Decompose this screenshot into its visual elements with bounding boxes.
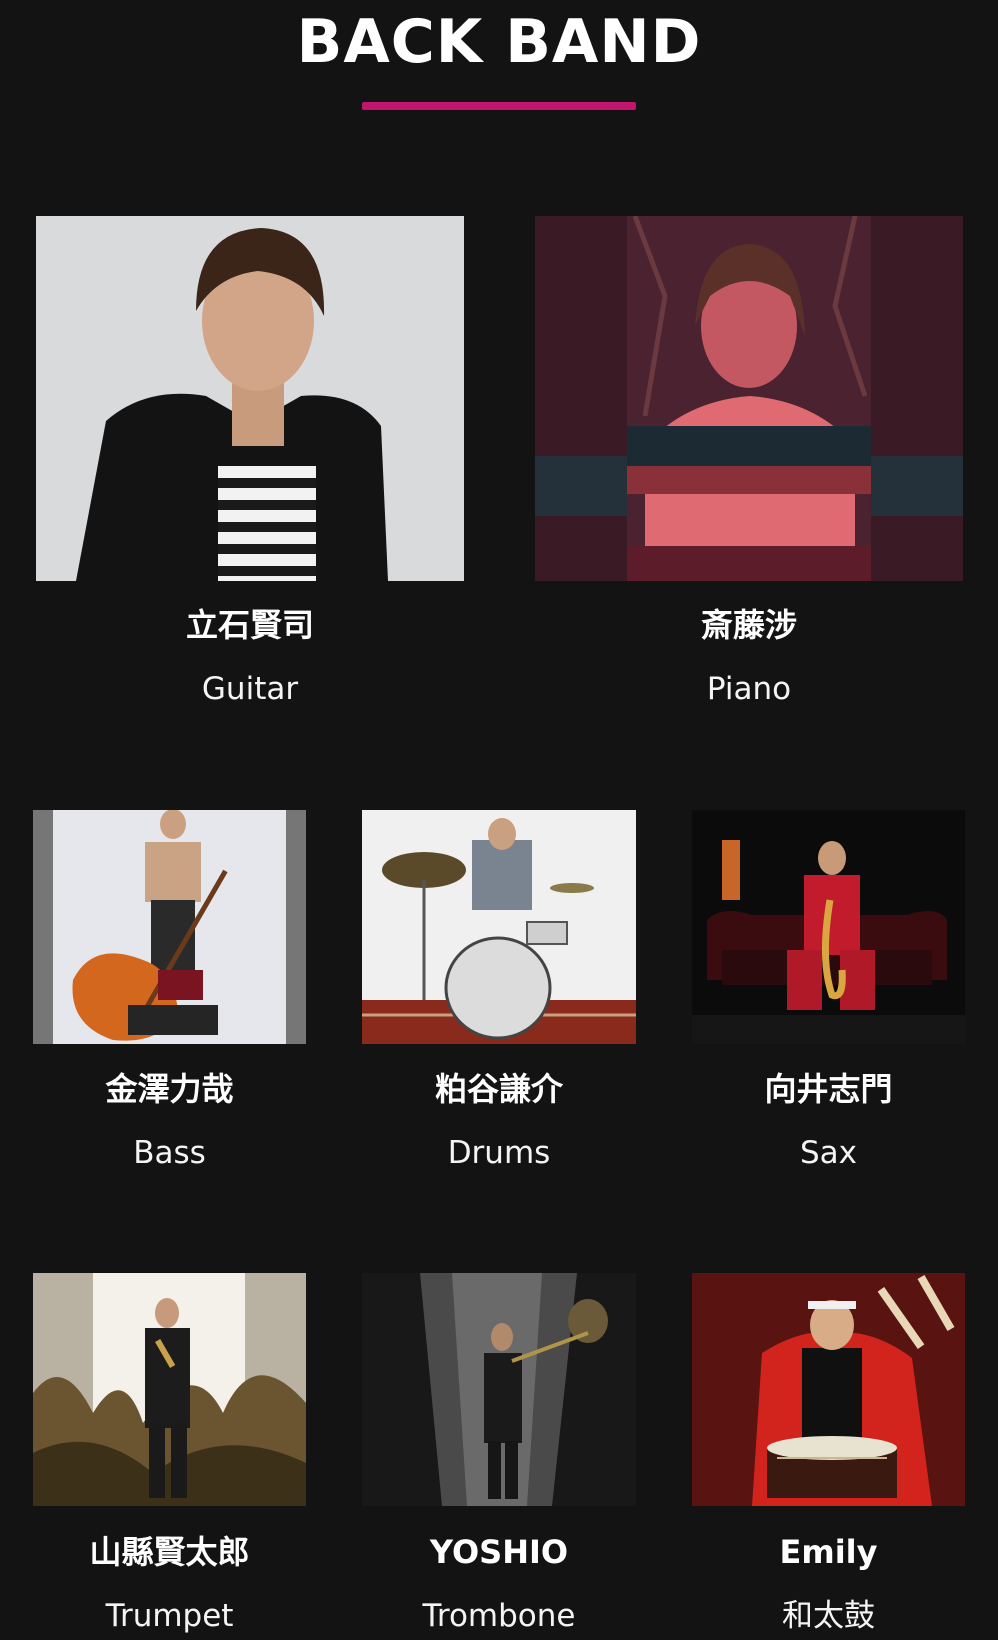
member-name: 粕谷謙介 <box>434 1070 563 1108</box>
section-title: BACK BAND <box>296 7 702 77</box>
member-name: 向井志門 <box>764 1070 893 1108</box>
member-name: 山縣賢太郎 <box>89 1533 250 1571</box>
member-photo[interactable] <box>362 1273 636 1506</box>
member-role: 和太鼓 <box>782 1598 875 1634</box>
title-underline <box>362 102 636 110</box>
member-name: Emily <box>779 1533 878 1571</box>
member-photo[interactable] <box>33 810 306 1044</box>
member-card-piano[interactable]: 斎藤涉 Piano <box>535 216 963 716</box>
member-card-trumpet[interactable]: 山縣賢太郎 Trumpet <box>33 1273 306 1634</box>
member-photo[interactable] <box>362 810 636 1044</box>
member-name: 立石賢司 <box>185 606 314 644</box>
member-card-bass[interactable]: 金澤力哉 Bass <box>33 810 306 1171</box>
member-role: Trumpet <box>105 1598 234 1634</box>
member-card-trombone[interactable]: YOSHIO Trombone <box>362 1273 636 1634</box>
member-role: Drums <box>447 1135 551 1171</box>
member-card-sax[interactable]: 向井志門 Sax <box>692 810 965 1171</box>
member-photo[interactable] <box>692 1273 965 1506</box>
member-role: Sax <box>799 1135 858 1171</box>
member-photo[interactable] <box>33 1273 306 1506</box>
member-photo[interactable] <box>692 810 965 1044</box>
member-card-drums[interactable]: 粕谷謙介 Drums <box>362 810 636 1171</box>
member-role: Guitar <box>201 671 299 707</box>
member-role: Trombone <box>422 1598 576 1634</box>
member-role: Bass <box>133 1135 206 1171</box>
member-card-taiko[interactable]: Emily 和太鼓 <box>692 1273 965 1634</box>
member-name: 金澤力哉 <box>105 1070 234 1108</box>
member-photo[interactable] <box>535 216 963 581</box>
member-name: 斎藤涉 <box>700 606 797 644</box>
member-photo[interactable] <box>36 216 464 581</box>
member-role: Piano <box>706 671 792 707</box>
member-name: YOSHIO <box>429 1533 569 1571</box>
member-card-guitar[interactable]: 立石賢司 Guitar <box>36 216 464 716</box>
